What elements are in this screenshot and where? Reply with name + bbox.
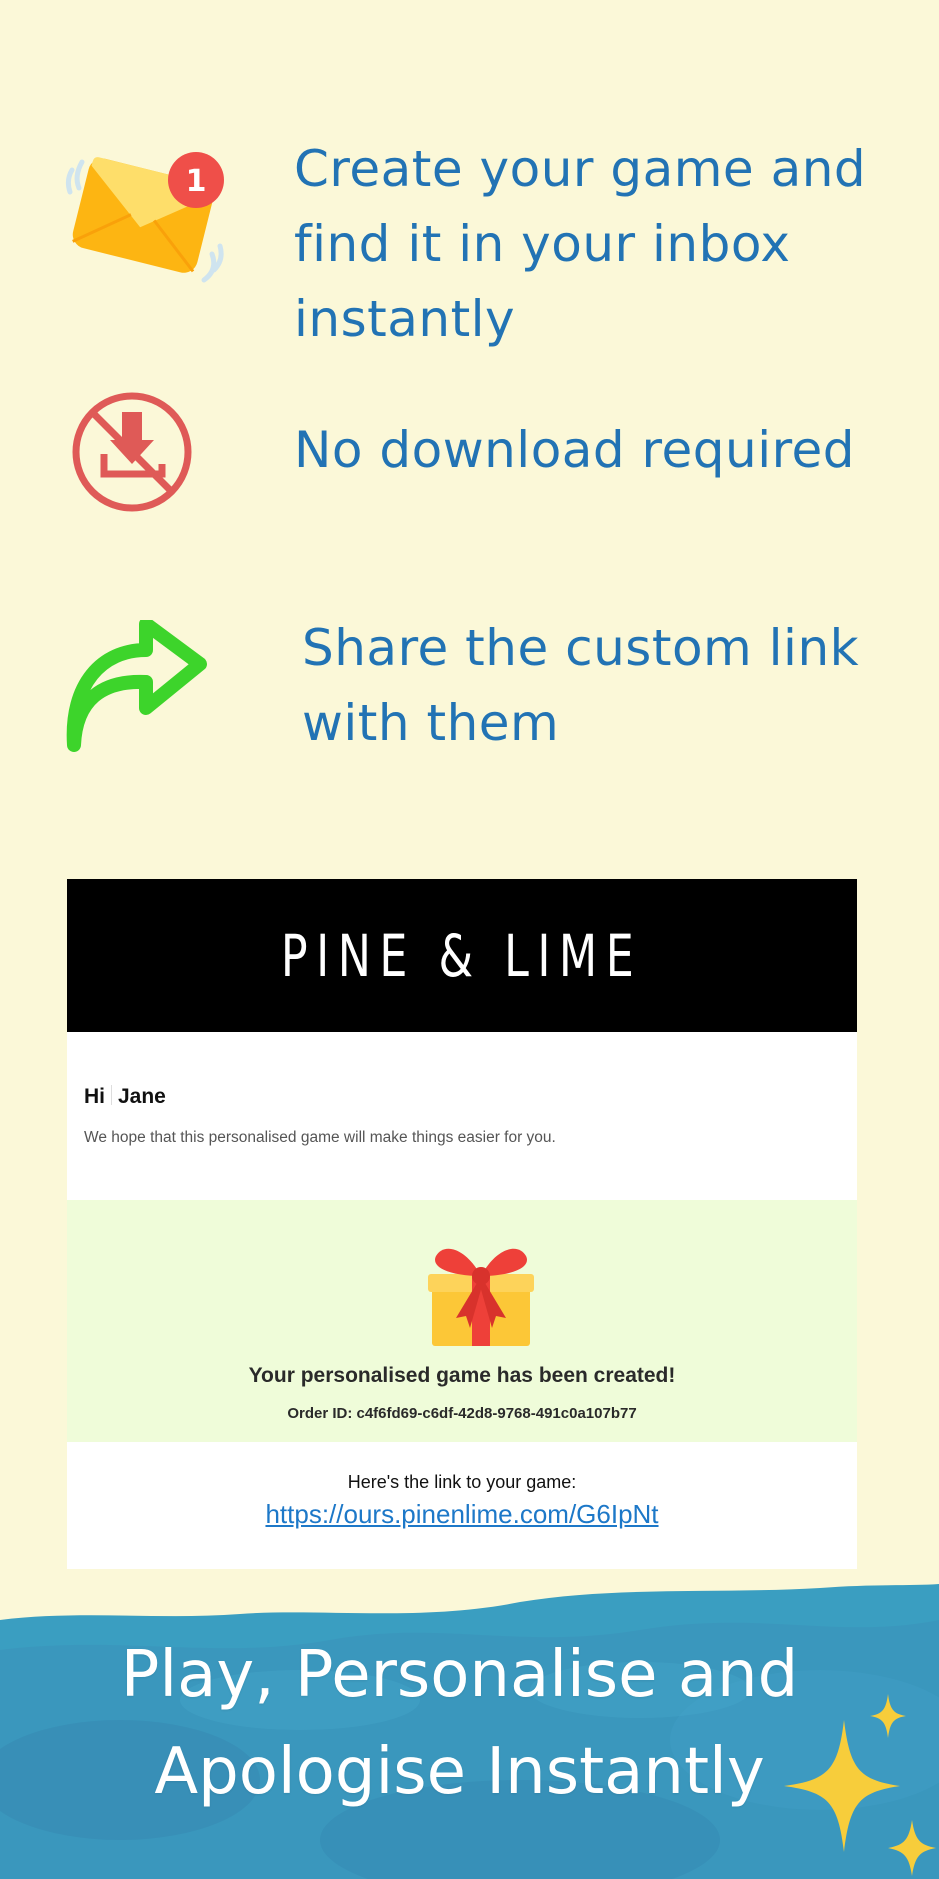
email-header: PINE & LIME <box>67 879 857 1032</box>
mail-notification-icon: 1 <box>64 140 234 310</box>
no-download-icon <box>70 390 195 515</box>
feature-text: No download required <box>294 421 856 479</box>
feature-share: Share the custom link with them <box>0 600 939 780</box>
greeting-name: Jane <box>118 1085 166 1108</box>
feature-no-download: No download required <box>0 380 939 530</box>
feature-text: Share the custom link with them <box>302 619 860 752</box>
game-link-label: Here's the link to your game: <box>347 1472 577 1492</box>
greeting-separator <box>111 1085 112 1105</box>
email-message: We hope that this personalised game will… <box>84 1129 556 1146</box>
game-created-title: Your personalised game has been created! <box>248 1364 676 1387</box>
game-created-panel: Your personalised game has been created!… <box>67 1200 857 1442</box>
notification-badge: 1 <box>186 164 207 199</box>
gift-icon <box>426 1240 536 1348</box>
game-link-section: Here's the link to your game: https://ou… <box>67 1442 857 1569</box>
brand-logo: PINE & LIME <box>281 921 643 990</box>
game-link[interactable]: https://ours.pinenlime.com/G6IpNt <box>265 1499 658 1530</box>
feature-inbox: 1 Create your game and find it in your i… <box>0 120 939 360</box>
feature-text: Create your game and find it in your inb… <box>294 140 867 348</box>
email-preview: PINE & LIME Hi Jane We hope that this per… <box>67 879 857 1569</box>
order-id: Order ID: c4f6fd69-c6df-42d8-9768-491c0a… <box>287 1405 637 1422</box>
sparkle-icon <box>760 1680 939 1879</box>
share-arrow-icon <box>62 617 212 760</box>
footer-banner: Play, Personalise and Apologise Instantl… <box>0 1580 939 1879</box>
greeting-hi: Hi <box>84 1085 105 1108</box>
email-greeting: Hi Jane We hope that this personalised ga… <box>67 1032 857 1200</box>
